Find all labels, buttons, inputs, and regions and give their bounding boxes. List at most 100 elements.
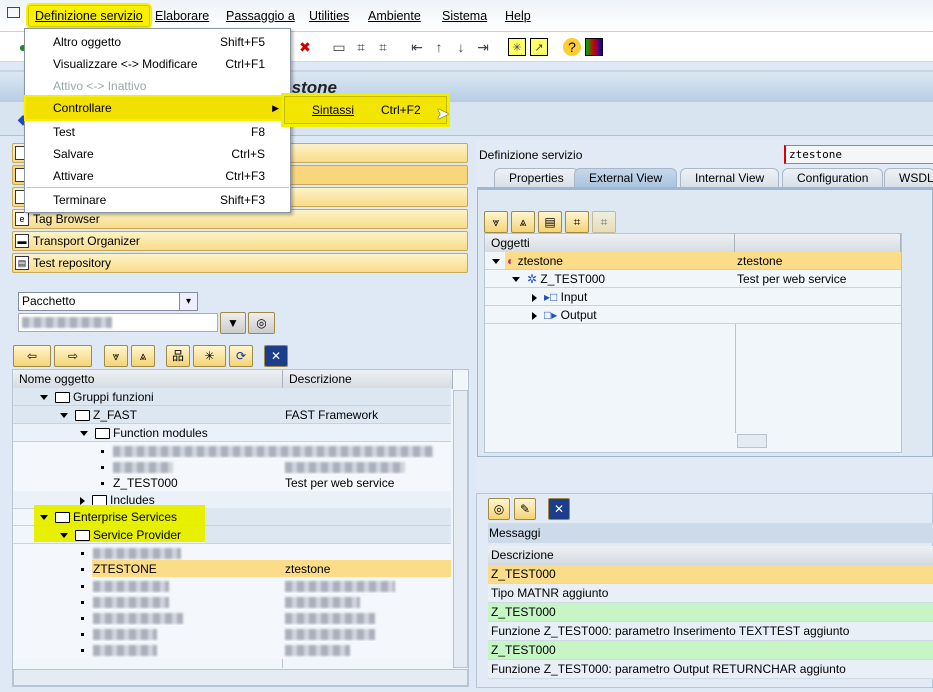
menu-sistema[interactable]: Sistema bbox=[442, 9, 487, 23]
mouse-cursor-icon: ➤ bbox=[436, 106, 450, 123]
bullet bbox=[81, 617, 84, 621]
tab-external-view[interactable]: External View bbox=[574, 168, 678, 188]
tree-row-blurred[interactable] bbox=[13, 641, 451, 659]
menu-help[interactable]: Help bbox=[505, 9, 531, 23]
test-repository-button[interactable]: ▤ Test repository bbox=[12, 253, 468, 273]
blurred-text bbox=[285, 613, 375, 624]
folder-icon bbox=[95, 428, 110, 440]
tree-name: Input bbox=[560, 290, 588, 304]
message-row[interactable]: Z_TEST000 bbox=[488, 641, 933, 660]
menu-item-attivare[interactable]: Attivare Ctrl+F3 bbox=[26, 165, 289, 187]
menu-elaborare[interactable]: Elaborare bbox=[155, 9, 209, 23]
truck-icon: ▬ bbox=[15, 234, 29, 248]
back-button[interactable]: ⇦ bbox=[13, 345, 51, 367]
tab-wsdl[interactable]: WSDL bbox=[884, 168, 933, 188]
prev-page-icon[interactable]: ↑ bbox=[430, 38, 448, 56]
expand-icon[interactable]: ⩔ bbox=[104, 345, 128, 367]
tree-row[interactable]: □▸ Output bbox=[485, 306, 901, 324]
tree-row[interactable]: Service Provider bbox=[13, 526, 451, 544]
collapse-icon[interactable]: ⩓ bbox=[131, 345, 155, 367]
display-button[interactable]: ◎ bbox=[248, 312, 275, 334]
horizontal-scrollbar[interactable] bbox=[737, 434, 767, 448]
collapse-icon[interactable]: ⩓ bbox=[511, 211, 535, 233]
service-icon: ◐ bbox=[507, 254, 518, 268]
display-icon[interactable]: ◎ bbox=[488, 498, 510, 520]
object-type-value: Pacchetto bbox=[22, 294, 76, 308]
vertical-scrollbar[interactable] bbox=[453, 390, 468, 668]
test-repository-icon: ▤ bbox=[15, 256, 29, 270]
horizontal-scrollbar[interactable] bbox=[13, 669, 468, 686]
tree-row[interactable]: Z_TEST000 Test per web service bbox=[13, 474, 451, 492]
print-icon[interactable]: ▭ bbox=[330, 38, 348, 56]
dropdown-button[interactable]: ▼ bbox=[220, 312, 246, 334]
last-page-icon[interactable]: ⇥ bbox=[474, 38, 492, 56]
package-input[interactable] bbox=[18, 313, 218, 332]
tree-name: Z_TEST000 bbox=[113, 476, 178, 490]
tree-row-selected[interactable]: ◐ ztestone ztestone bbox=[485, 252, 901, 270]
shortcut-icon[interactable]: ↗ bbox=[530, 38, 548, 56]
label: Controllare bbox=[53, 101, 112, 115]
menu-definizione-servizio[interactable]: Definizione servizio bbox=[28, 5, 150, 27]
menu-item-terminare[interactable]: Terminare Shift+F3 bbox=[26, 189, 289, 211]
message-row[interactable]: Z_TEST000 bbox=[488, 565, 933, 584]
blurred-text bbox=[285, 462, 405, 473]
menu-ambiente[interactable]: Ambiente bbox=[368, 9, 421, 23]
tab-configuration[interactable]: Configuration bbox=[782, 168, 884, 188]
next-page-icon[interactable]: ↓ bbox=[452, 38, 470, 56]
label: Terminare bbox=[53, 193, 107, 207]
message-row[interactable]: Z_TEST000 bbox=[488, 603, 933, 622]
input-icon: ▸□ bbox=[544, 290, 561, 304]
close-icon[interactable]: ✕ bbox=[548, 498, 570, 520]
menu-item-test[interactable]: Test F8 bbox=[26, 121, 289, 143]
find-next-icon[interactable]: ⌗ bbox=[374, 38, 392, 56]
service-definition-field[interactable]: ztestone bbox=[784, 145, 933, 164]
first-page-icon[interactable]: ⇤ bbox=[408, 38, 426, 56]
message-row[interactable]: Funzione Z_TEST000: parametro Output RET… bbox=[488, 660, 933, 679]
tree-name: Enterprise Services bbox=[73, 510, 178, 524]
menu-item-controllare[interactable]: Controllare ▶ bbox=[26, 97, 289, 119]
details-icon[interactable]: ▤ bbox=[538, 211, 562, 233]
bullet bbox=[101, 450, 104, 454]
menu-item-altro-oggetto[interactable]: Altro oggetto Shift+F5 bbox=[26, 31, 289, 53]
expanded-icon bbox=[60, 413, 68, 419]
refresh-icon[interactable]: ⟳ bbox=[229, 345, 253, 367]
window-menu-icon[interactable] bbox=[7, 7, 20, 18]
expanded-icon bbox=[492, 259, 500, 265]
chevron-down-icon[interactable]: ▾ bbox=[179, 293, 197, 310]
tree-desc: Test per web service bbox=[737, 272, 847, 286]
message-row[interactable]: Tipo MATNR aggiunto bbox=[488, 584, 933, 603]
tree-row[interactable]: ▸□ Input bbox=[485, 288, 901, 306]
label: Visualizzare <-> Modificare bbox=[53, 57, 198, 71]
cancel-icon[interactable]: ✖ bbox=[296, 38, 314, 56]
transport-organizer-button[interactable]: ▬ Transport Organizer bbox=[12, 231, 468, 251]
shortcut: Ctrl+F1 bbox=[225, 57, 265, 71]
menu-item-salvare[interactable]: Salvare Ctrl+S bbox=[26, 143, 289, 165]
expand-icon[interactable]: ⩔ bbox=[484, 211, 508, 233]
menu-item-visualizzare-modificare[interactable]: Visualizzare <-> Modificare Ctrl+F1 bbox=[26, 53, 289, 75]
menu-utilities[interactable]: Utilities bbox=[309, 9, 349, 23]
tree-row[interactable]: Function modules bbox=[13, 424, 451, 442]
help-icon[interactable]: ? bbox=[563, 38, 581, 56]
new-object-icon[interactable]: ✳ bbox=[193, 345, 226, 367]
new-session-icon[interactable]: ✳ bbox=[508, 38, 526, 56]
label: Altro oggetto bbox=[53, 35, 122, 49]
find-icon[interactable]: ⌗ bbox=[352, 38, 370, 56]
tree-row-selected[interactable]: ZTESTONE ztestone bbox=[13, 560, 451, 578]
tree-row[interactable]: Z_FAST FAST Framework bbox=[13, 406, 451, 424]
submenu-item-sintassi[interactable]: Sintassi Ctrl+F2 bbox=[285, 97, 446, 123]
message-row[interactable]: Funzione Z_TEST000: parametro Inseriment… bbox=[488, 622, 933, 641]
forward-button[interactable]: ⇨ bbox=[54, 345, 92, 367]
find-icon[interactable]: ⌗ bbox=[565, 211, 589, 233]
tab-internal-view[interactable]: Internal View bbox=[680, 168, 780, 188]
menu-passaggio-a[interactable]: Passaggio a bbox=[226, 9, 295, 23]
label: Sintassi bbox=[312, 103, 355, 117]
tree-row[interactable]: Enterprise Services bbox=[13, 508, 451, 526]
hierarchy-icon[interactable]: 品 bbox=[166, 345, 190, 367]
edit-pencil-icon[interactable]: ✎ bbox=[514, 498, 536, 520]
tree-row[interactable]: ✲ Z_TEST000 Test per web service bbox=[485, 270, 901, 288]
layout-menu-icon[interactable] bbox=[585, 38, 603, 56]
close-icon[interactable]: ✕ bbox=[264, 345, 288, 367]
tab-properties[interactable]: Properties bbox=[494, 168, 579, 188]
tree-row[interactable]: Gruppi funzioni bbox=[13, 388, 451, 406]
object-type-select[interactable]: Pacchetto ▾ bbox=[18, 292, 198, 311]
